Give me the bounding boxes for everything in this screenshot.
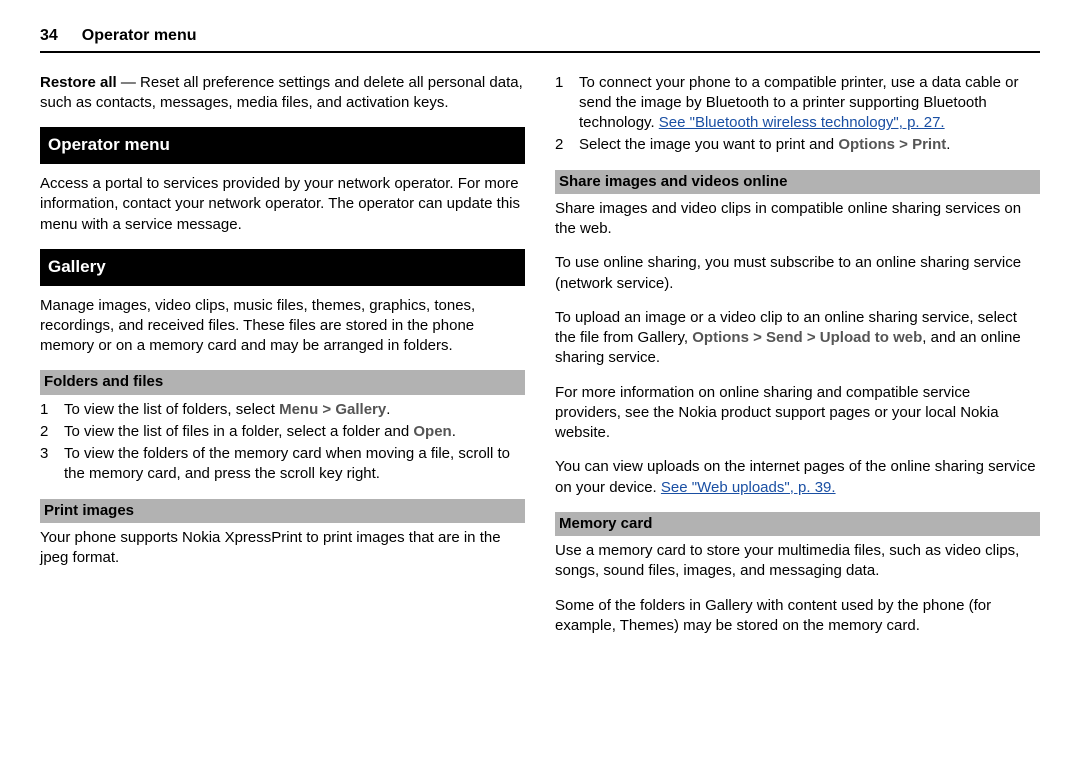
item-pre: To view the list of folders, select [64,401,279,418]
item-pre: To view the list of files in a folder, s… [64,423,413,440]
item-content: To view the list of files in a folder, s… [64,422,525,442]
item-number: 2 [40,422,64,442]
share-p3: To upload an image or a video clip to an… [555,308,1040,369]
operator-menu-heading: Operator menu [40,127,525,164]
operator-menu-text: Access a portal to services provided by … [40,174,525,235]
item-content: Select the image you want to print and O… [579,135,1040,155]
list-item: 2 To view the list of files in a folder,… [40,422,525,442]
item-post: . [386,401,390,418]
item-pre: Select the image you want to print and [579,136,838,153]
left-column: Restore all — Reset all preference setti… [40,73,525,651]
header-title: Operator menu [82,25,197,47]
share-p5: You can view uploads on the internet pag… [555,457,1040,498]
print-images-text: Your phone supports Nokia XpressPrint to… [40,528,525,569]
item-content: To view the list of folders, select Menu… [64,400,525,420]
print-steps-list: 1 To connect your phone to a compatible … [555,73,1040,156]
gallery-text: Manage images, video clips, music files,… [40,296,525,357]
page-header: 34 Operator menu [40,25,1040,53]
content-columns: Restore all — Reset all preference setti… [40,73,1040,651]
list-item: 2 Select the image you want to print and… [555,135,1040,155]
memory-p1: Use a memory card to store your multimed… [555,541,1040,582]
restore-all-sep: — [117,74,140,91]
item-post: . [946,136,950,153]
item-number: 1 [555,73,579,134]
print-images-heading: Print images [40,499,525,523]
memory-card-heading: Memory card [555,512,1040,536]
share-p2: To use online sharing, you must subscrib… [555,253,1040,294]
web-uploads-link[interactable]: See "Web uploads", p. 39. [661,479,836,496]
item-number: 2 [555,135,579,155]
item-post: . [452,423,456,440]
menu-path: Options > Print [838,136,946,153]
gallery-heading: Gallery [40,249,525,286]
bluetooth-link[interactable]: See "Bluetooth wireless technology", p. … [659,114,945,131]
menu-path: Open [413,423,451,440]
menu-path: Menu > Gallery [279,401,386,418]
share-p4: For more information on online sharing a… [555,383,1040,444]
list-item: 1 To view the list of folders, select Me… [40,400,525,420]
item-number: 1 [40,400,64,420]
menu-path: Options > Send > Upload to web [692,329,922,346]
item-content: To connect your phone to a compatible pr… [579,73,1040,134]
list-item: 1 To connect your phone to a compatible … [555,73,1040,134]
list-item: 3 To view the folders of the memory card… [40,444,525,485]
folders-files-heading: Folders and files [40,370,525,394]
page-number: 34 [40,25,58,47]
folders-files-list: 1 To view the list of folders, select Me… [40,400,525,485]
item-number: 3 [40,444,64,485]
share-p1: Share images and video clips in compatib… [555,199,1040,240]
item-pre: To view the folders of the memory card w… [64,445,510,482]
right-column: 1 To connect your phone to a compatible … [555,73,1040,651]
item-content: To view the folders of the memory card w… [64,444,525,485]
restore-all-label: Restore all [40,74,117,91]
memory-p2: Some of the folders in Gallery with cont… [555,596,1040,637]
share-heading: Share images and videos online [555,170,1040,194]
restore-all-paragraph: Restore all — Reset all preference setti… [40,73,525,114]
